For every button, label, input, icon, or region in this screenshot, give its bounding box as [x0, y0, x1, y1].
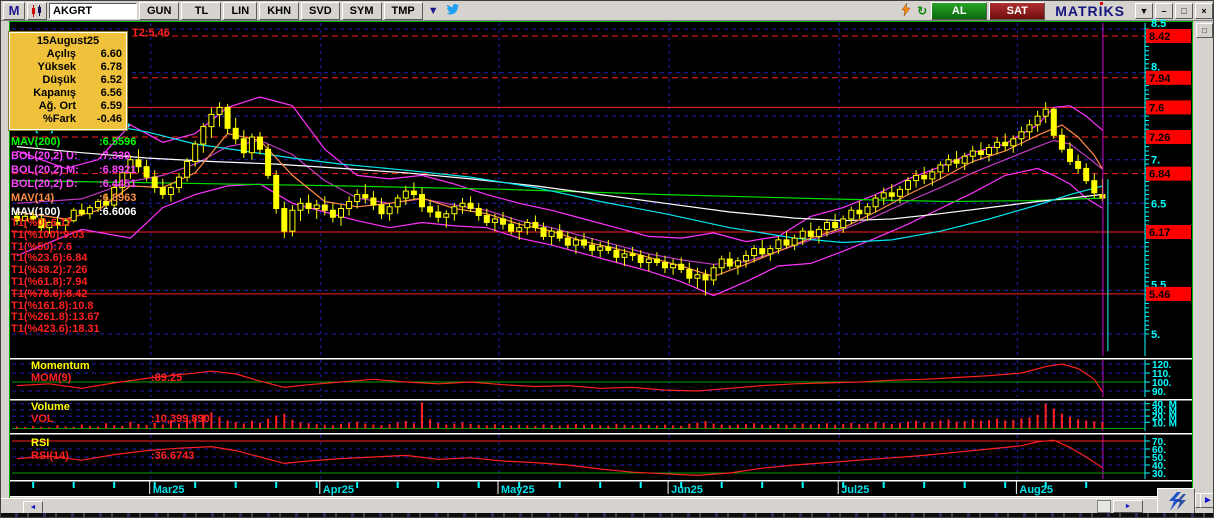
panel-divider[interactable] [10, 358, 1192, 360]
matriks-swirl-icon [1169, 491, 1186, 511]
t2-fib-label: T2:5.46 [132, 27, 170, 39]
legend-row-8: T1(%100):9.03 [11, 228, 85, 241]
window-shade-button[interactable]: ▼ [1135, 2, 1153, 19]
nav-next-button[interactable]: ► [1200, 493, 1213, 508]
momentum-panel-title: Momentum [31, 360, 90, 372]
legend-row-4: BOL(20,2) D::6.4451 [11, 178, 137, 190]
legend-row-10: T1(%23.6):6.84 [11, 252, 88, 265]
matriks-logo-button[interactable] [1157, 488, 1195, 515]
bottom-scrollbar-strip [1, 498, 1213, 514]
legend-row-11: T1(%38.2):7.26 [11, 264, 88, 277]
matriks-chart-window: M AKGRT GUN TL LIN KHN SVD SYM TMP ▼ ↻ A… [0, 0, 1214, 518]
volume-panel-title: Volume [31, 401, 70, 413]
info-row-high: Yüksek 6.78 [37, 61, 122, 73]
legend-row-5: MAV(14):6.8963 [11, 192, 137, 204]
candlestick-chart-icon[interactable] [27, 1, 47, 20]
legend-row-2: BOL(20,2) U::7.339 [11, 150, 131, 162]
twitter-icon[interactable] [444, 3, 462, 18]
rsi-value-row: RSI(14):36.6743 [31, 450, 195, 462]
rsi-panel-title: RSI [31, 437, 50, 449]
matriks-brand-logo: MATR I KS [1055, 1, 1125, 19]
legend-row-1: MAV(200):6.5596 [11, 136, 137, 148]
panel-maximize-button[interactable]: □ [1196, 23, 1213, 38]
panel-divider[interactable] [10, 480, 1192, 482]
symbol-input[interactable]: AKGRT [49, 2, 137, 19]
toolbar-button-tl[interactable]: TL [181, 1, 222, 20]
info-box-date: 15August25 [36, 35, 100, 47]
ohlc-info-box: 15August25 Açılış 6.60 Yüksek 6.78 Düşük 6.… [8, 31, 128, 131]
toolbar-button-khn[interactable]: KHN [259, 1, 300, 20]
info-row-low: Düşük 6.52 [42, 74, 122, 86]
right-window-edge [1193, 21, 1213, 498]
sell-button[interactable]: SAT [989, 1, 1046, 20]
legend-row-9: T1(%50):7.6 [11, 240, 73, 253]
window-minimize-button[interactable]: – [1155, 2, 1173, 19]
legend-row-13: T1(%78.6):8.42 [11, 287, 88, 300]
info-row-wavg: Ağ. Ort 6.59 [38, 100, 122, 112]
info-row-close: Kapanış 6.56 [33, 87, 122, 99]
clipped-window-row [1, 513, 1213, 517]
scrollbar-thumb[interactable] [1097, 500, 1111, 513]
app-logo-icon[interactable]: M [3, 1, 25, 20]
legend-row-16: T1(%423.6):18.31 [11, 323, 100, 336]
legend-row-15: T1(%261.8):13.67 [11, 311, 100, 324]
brand-dot [1099, 1, 1103, 5]
info-row-open: Açılış 6.60 [46, 48, 122, 60]
toolbar-button-lin[interactable]: LIN [223, 1, 258, 20]
chevron-down-icon[interactable]: ▼ [425, 5, 442, 17]
buy-button[interactable]: AL [931, 1, 988, 20]
toolbar-button-sym[interactable]: SYM [341, 1, 382, 20]
toolbar-button-tmp[interactable]: TMP [383, 1, 423, 20]
panel-divider[interactable] [10, 399, 1192, 401]
legend-row-12: T1(%61.8):7.94 [11, 276, 88, 288]
legend-row-7: T1(%0):6.17 [11, 217, 73, 229]
info-row-pctchange: %Fark -0.46 [42, 113, 122, 125]
window-maximize-button[interactable]: □ [1175, 2, 1193, 19]
legend-row-3: BOL(20,2) M::6.8921 [11, 164, 137, 176]
lightning-icon[interactable] [899, 2, 913, 19]
refresh-icon[interactable]: ↻ [915, 4, 929, 18]
window-close-button[interactable]: × [1195, 2, 1213, 19]
volume-value-row: VOL:10,399,890 [31, 413, 210, 425]
chart-plot-area[interactable] [9, 21, 1193, 499]
toolbar-button-svd[interactable]: SVD [301, 1, 340, 20]
legend-row-14: T1(%161.8):10.8 [11, 299, 94, 312]
toolbar: M AKGRT GUN TL LIN KHN SVD SYM TMP ▼ ↻ A… [1, 1, 1213, 21]
momentum-value-row: MOM(9):89.25 [31, 372, 183, 384]
toolbar-button-gun[interactable]: GUN [139, 1, 180, 20]
panel-divider[interactable] [10, 433, 1192, 435]
scroll-right-button[interactable]: ► [1113, 500, 1143, 513]
